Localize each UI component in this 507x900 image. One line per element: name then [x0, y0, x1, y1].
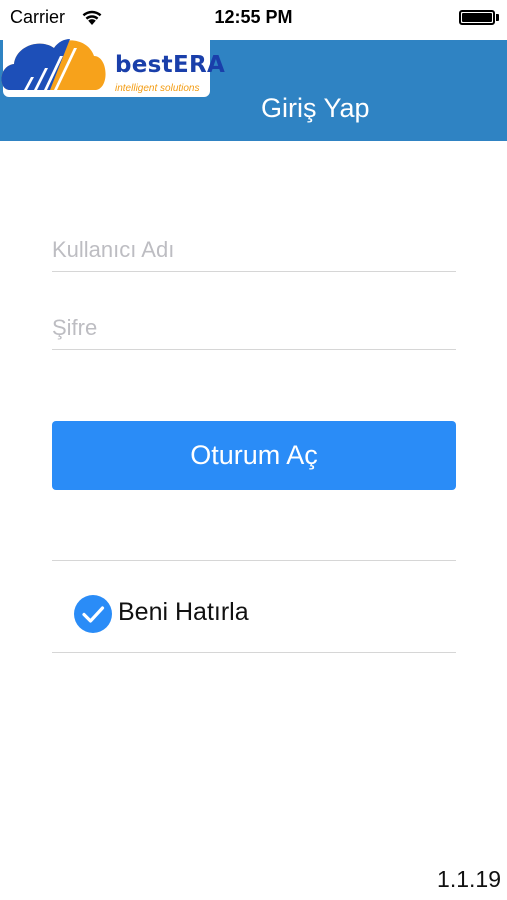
remember-me-row[interactable]: Beni Hatırla: [52, 561, 456, 652]
battery-level: [462, 13, 492, 22]
password-field[interactable]: [52, 315, 456, 341]
app-version: 1.1.19: [437, 866, 501, 892]
battery-icon: [459, 10, 495, 25]
remember-me-label: Beni Hatırla: [118, 598, 249, 626]
status-time: 12:55 PM: [214, 7, 293, 27]
password-field-container: [52, 290, 456, 350]
checkbox-checked-icon[interactable]: [74, 595, 112, 633]
page-title: Giriş Yap: [261, 93, 370, 123]
logo-wordmark: bestERA: [115, 52, 226, 78]
divider: [52, 652, 456, 653]
login-button[interactable]: Oturum Aç: [52, 421, 456, 490]
logo-tagline: intelligent solutions: [115, 83, 200, 94]
checkmark-icon: [82, 606, 105, 623]
username-field-container: [52, 212, 456, 272]
username-field[interactable]: [52, 237, 456, 263]
battery-nub: [496, 14, 499, 21]
